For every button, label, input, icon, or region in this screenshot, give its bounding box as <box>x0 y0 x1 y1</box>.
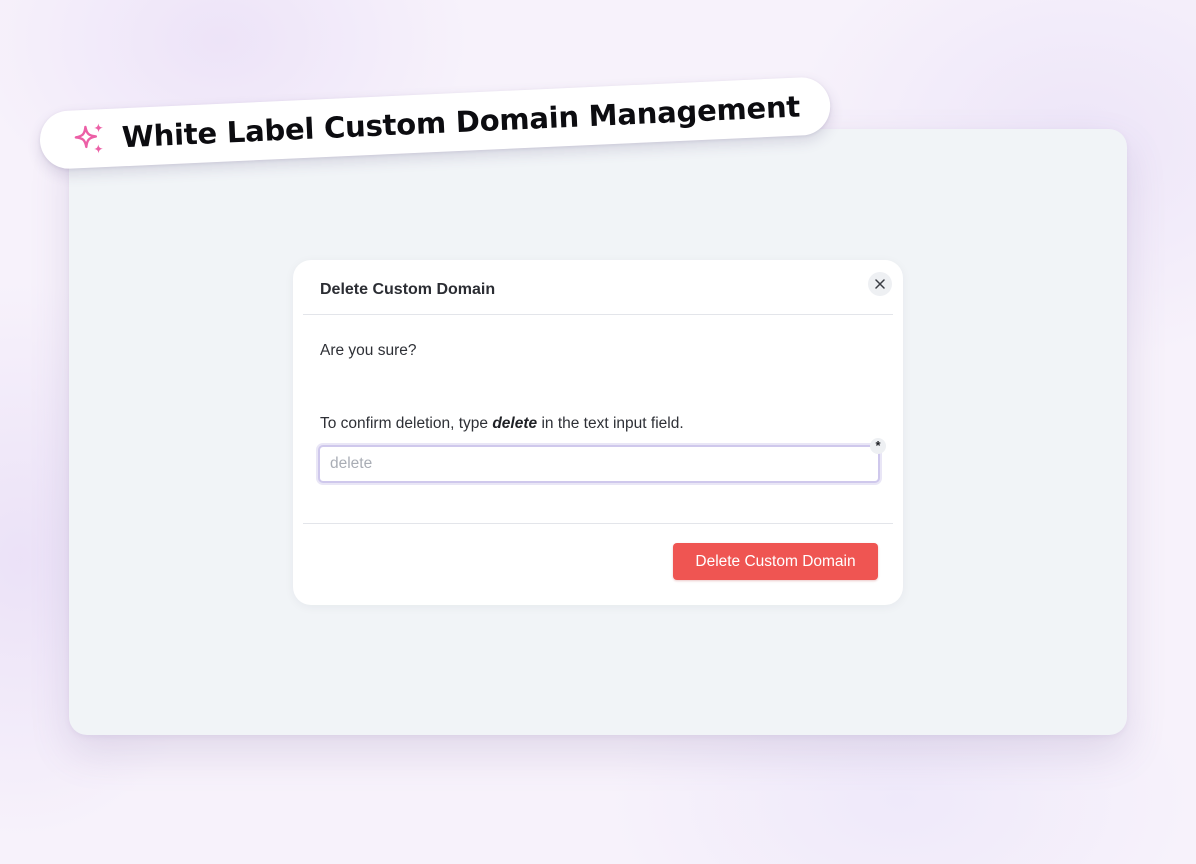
instruction-text-after: in the text input field. <box>541 415 684 432</box>
sparkles-icon <box>74 123 103 154</box>
instruction-text-before: To confirm deletion, type <box>320 415 489 432</box>
header-divider <box>303 314 893 315</box>
instruction-keyword: delete <box>492 415 538 432</box>
confirmation-instruction: To confirm deletion, type delete in the … <box>320 415 684 433</box>
confirmation-question: Are you sure? <box>320 342 417 359</box>
delete-domain-dialog: Delete Custom Domain Are you sure? To co… <box>293 260 903 605</box>
delete-custom-domain-button[interactable]: Delete Custom Domain <box>673 543 878 580</box>
confirm-delete-input[interactable] <box>318 445 880 483</box>
close-icon <box>875 279 885 289</box>
required-indicator: * <box>870 438 886 454</box>
close-button[interactable] <box>868 272 892 296</box>
footer-divider <box>303 523 893 524</box>
dialog-title: Delete Custom Domain <box>320 281 496 298</box>
